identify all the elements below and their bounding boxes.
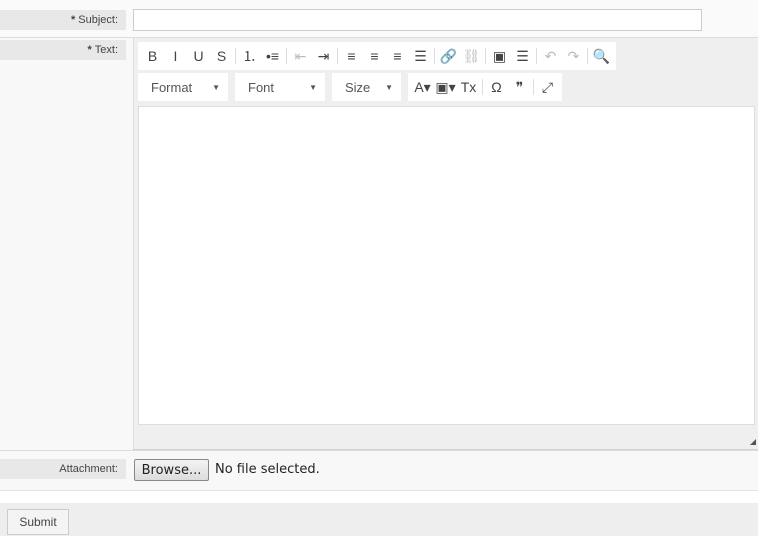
size-label: Size (345, 79, 371, 95)
rich-text-editor: B I U S ⒈ •≡ ⇤ ⇥ ≡ ≡ ≡ ☰ 🔗 ⛓ ▣ ☰ ↶ ↷ 🔍 Format ▼ Font ▼ Size ▼… (133, 38, 758, 450)
link-button[interactable]: 🔗 (437, 45, 460, 67)
caret-down-icon: ▼ (212, 82, 220, 92)
format-label: Format (151, 79, 193, 95)
numbered-list-button[interactable]: ⒈ (238, 45, 261, 67)
font-label: Font (248, 79, 275, 95)
indent-button[interactable]: ⇥ (312, 45, 335, 67)
toolbar-separator (482, 79, 483, 95)
toolbar-separator (533, 79, 534, 95)
editor-content-area[interactable] (138, 106, 755, 425)
find-button[interactable]: 🔍 (590, 45, 613, 67)
subject-row: * Subject: (0, 0, 758, 38)
submit-row: Submit (0, 503, 758, 536)
undo-button[interactable]: ↶ (539, 45, 562, 67)
subject-label-text: Subject: (78, 14, 118, 26)
subject-label: * Subject: (0, 10, 126, 30)
bulleted-list-button[interactable]: •≡ (261, 45, 284, 67)
resize-handle[interactable] (750, 439, 756, 445)
caret-down-icon: ▼ (309, 82, 317, 92)
justify-button[interactable]: ☰ (409, 45, 432, 67)
toolbar-separator (286, 48, 287, 64)
caret-down-icon: ▼ (385, 82, 393, 92)
maximize-button[interactable]: ⤢ (536, 76, 559, 98)
format-dropdown[interactable]: Format ▼ (138, 73, 228, 101)
file-status: No file selected. (215, 462, 320, 477)
underline-button[interactable]: U (187, 45, 210, 67)
background-color-button[interactable]: ▣▾ (434, 76, 457, 98)
toolbar-row-1: B I U S ⒈ •≡ ⇤ ⇥ ≡ ≡ ≡ ☰ 🔗 ⛓ ▣ ☰ ↶ ↷ 🔍 (138, 42, 616, 70)
size-dropdown[interactable]: Size ▼ (332, 73, 401, 101)
toolbar-separator (536, 48, 537, 64)
text-color-button[interactable]: A▾ (411, 76, 434, 98)
redo-button[interactable]: ↷ (562, 45, 585, 67)
toolbar-separator (485, 48, 486, 64)
align-center-button[interactable]: ≡ (363, 45, 386, 67)
unlink-button[interactable]: ⛓ (460, 45, 483, 67)
text-label: * Text: (0, 40, 126, 60)
remove-format-button[interactable]: Tx (457, 76, 480, 98)
toolbar-separator (587, 48, 588, 64)
toolbar-separator (337, 48, 338, 64)
bold-button[interactable]: B (141, 45, 164, 67)
toolbar-row-2: A▾ ▣▾ Tx Ω ❞ ⤢ (408, 73, 562, 101)
browse-button[interactable]: Browse... (134, 459, 209, 481)
image-button[interactable]: ▣ (488, 45, 511, 67)
font-dropdown[interactable]: Font ▼ (235, 73, 325, 101)
text-row: * Text: B I U S ⒈ •≡ ⇤ ⇥ ≡ ≡ ≡ ☰ 🔗 ⛓ ▣ ☰ ↶ ↷ 🔍 Format ▼ Font… (0, 38, 758, 450)
horizontal-line-button[interactable]: ☰ (511, 45, 534, 67)
outdent-button[interactable]: ⇤ (289, 45, 312, 67)
attachment-label: Attachment: (0, 459, 126, 479)
required-mark: * (70, 14, 76, 26)
submit-button[interactable]: Submit (7, 509, 69, 535)
attachment-row: Attachment: Browse... No file selected. (0, 450, 758, 491)
required-mark: * (87, 44, 92, 56)
toolbar-separator (434, 48, 435, 64)
blockquote-button[interactable]: ❞ (508, 76, 531, 98)
align-left-button[interactable]: ≡ (340, 45, 363, 67)
align-right-button[interactable]: ≡ (386, 45, 409, 67)
italic-button[interactable]: I (164, 45, 187, 67)
text-label-text: Text: (94, 44, 118, 56)
toolbar-separator (235, 48, 236, 64)
special-char-button[interactable]: Ω (485, 76, 508, 98)
subject-input[interactable] (133, 9, 702, 31)
strikethrough-button[interactable]: S (210, 45, 233, 67)
